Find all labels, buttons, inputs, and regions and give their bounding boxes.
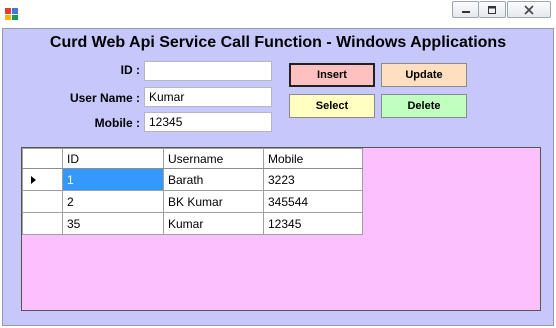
table-row[interactable]: 1 Barath 3223 xyxy=(22,168,363,191)
form-title: Curd Web Api Service Call Function - Win… xyxy=(49,34,507,51)
row-header[interactable] xyxy=(22,190,63,213)
close-button[interactable] xyxy=(507,1,551,18)
username-field[interactable] xyxy=(144,87,272,107)
table-row[interactable]: 35 Kumar 12345 xyxy=(22,212,363,235)
id-field[interactable] xyxy=(144,61,272,81)
table-cell[interactable]: 12345 xyxy=(263,212,363,235)
username-label: User Name : xyxy=(69,91,140,105)
row-header[interactable] xyxy=(22,212,63,235)
table-cell[interactable]: 2 xyxy=(62,190,164,213)
close-icon xyxy=(524,4,534,15)
table-cell[interactable]: 3223 xyxy=(263,168,363,191)
insert-button[interactable]: Insert xyxy=(289,63,375,87)
current-row-arrow-icon xyxy=(31,175,36,184)
grid-header-row: ID Username Mobile xyxy=(22,148,363,169)
maximize-icon xyxy=(488,5,496,14)
app-icon xyxy=(5,8,18,20)
mobile-field[interactable] xyxy=(144,112,272,132)
column-header-id[interactable]: ID xyxy=(62,148,164,169)
id-label: ID : xyxy=(120,63,140,77)
row-header[interactable] xyxy=(22,168,63,191)
table-cell[interactable]: BK Kumar xyxy=(163,190,264,213)
window-titlebar xyxy=(0,0,556,28)
table-cell[interactable]: 345544 xyxy=(263,190,363,213)
update-button[interactable]: Update xyxy=(381,63,467,87)
row-header-corner[interactable] xyxy=(22,148,63,169)
select-button[interactable]: Select xyxy=(289,94,375,118)
column-header-username[interactable]: Username xyxy=(163,148,264,169)
grid-table: ID Username Mobile 1 Barath 3223 2 BK Ku… xyxy=(22,148,363,235)
maximize-button[interactable] xyxy=(479,1,506,18)
data-grid[interactable]: ID Username Mobile 1 Barath 3223 2 BK Ku… xyxy=(21,147,541,311)
table-cell[interactable]: 1 xyxy=(62,168,164,191)
mobile-label: Mobile : xyxy=(94,116,140,130)
table-cell[interactable]: 35 xyxy=(62,212,164,235)
table-cell[interactable]: Barath xyxy=(163,168,264,191)
column-header-mobile[interactable]: Mobile xyxy=(263,148,363,169)
minimize-button[interactable] xyxy=(452,1,479,18)
table-cell[interactable]: Kumar xyxy=(163,212,264,235)
delete-button[interactable]: Delete xyxy=(381,94,467,118)
table-row[interactable]: 2 BK Kumar 345544 xyxy=(22,190,363,213)
minimize-icon xyxy=(461,10,470,13)
